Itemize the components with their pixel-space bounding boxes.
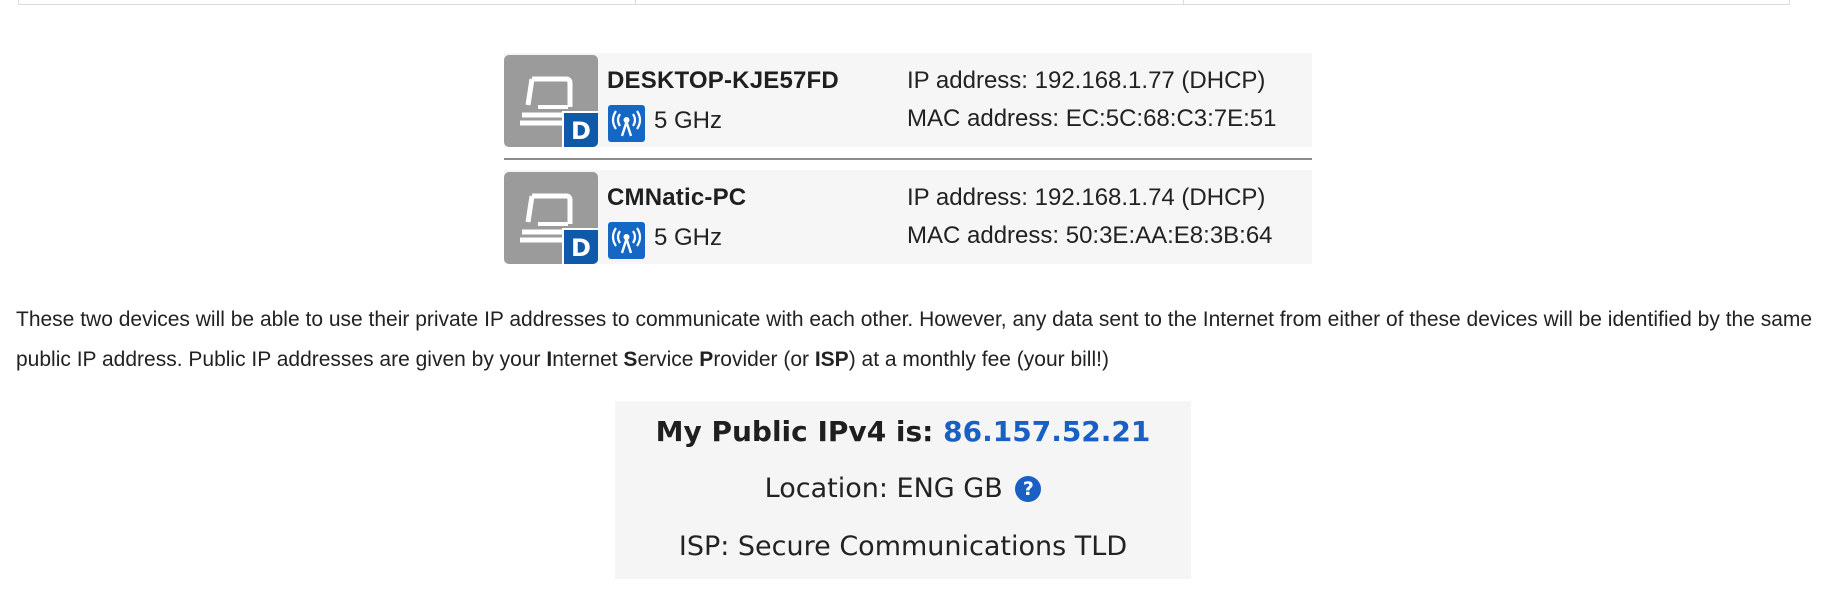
isp-line: ISP: Secure Communications TLD (678, 531, 1128, 562)
public-ip-label: My Public IPv4 is: (655, 415, 944, 448)
public-ip-heading: My Public IPv4 is: 86.157.52.21 (615, 415, 1191, 448)
laptop-icon: D (504, 55, 598, 147)
mac-address: MAC address: 50:3E:AA:E8:3B:64 (907, 222, 1273, 249)
paragraph-text: rovider (or (713, 348, 815, 371)
row-divider (504, 158, 1312, 160)
wifi-icon (608, 222, 645, 259)
explanation-paragraph: These two devices will be able to use th… (16, 300, 1816, 380)
paragraph-text: nternet (552, 348, 624, 371)
dhcp-badge: D (562, 228, 598, 264)
paragraph-text: ervice (637, 348, 700, 371)
mac-address: MAC address: EC:5C:68:C3:7E:51 (907, 105, 1277, 132)
device-list: D DESKTOP-KJE57FD 5 GHz IP address: 192.… (504, 53, 1312, 267)
wifi-icon (608, 105, 645, 142)
table-bottom-edge (18, 0, 1790, 5)
laptop-icon: D (504, 172, 598, 264)
ip-address: IP address: 192.168.1.77 (DHCP) (907, 67, 1266, 94)
table-column-divider (1183, 0, 1184, 4)
public-ip-value: 86.157.52.21 (943, 415, 1151, 448)
isp-acronym: ISP (814, 348, 849, 371)
device-row[interactable]: D CMNatic-PC 5 GHz IP address: 192.168.1… (504, 170, 1312, 264)
bold-letter: P (699, 348, 714, 371)
help-icon[interactable]: ? (1015, 476, 1042, 502)
dhcp-badge: D (562, 111, 598, 147)
paragraph-text: ) at a monthly fee (your bill!) (848, 348, 1109, 371)
location-line: Location: ENG GB ? (615, 473, 1191, 504)
bold-letter: S (623, 348, 638, 371)
device-row[interactable]: D DESKTOP-KJE57FD 5 GHz IP address: 192.… (504, 53, 1312, 147)
device-name: CMNatic-PC (607, 184, 747, 211)
public-ip-panel: My Public IPv4 is: 86.157.52.21 Location… (615, 401, 1191, 579)
ip-address: IP address: 192.168.1.74 (DHCP) (907, 184, 1266, 211)
location-text: Location: ENG GB (764, 473, 1003, 504)
wifi-band: 5 GHz (654, 107, 723, 134)
table-column-divider (635, 0, 636, 4)
wifi-band: 5 GHz (654, 224, 723, 251)
device-name: DESKTOP-KJE57FD (607, 67, 839, 94)
